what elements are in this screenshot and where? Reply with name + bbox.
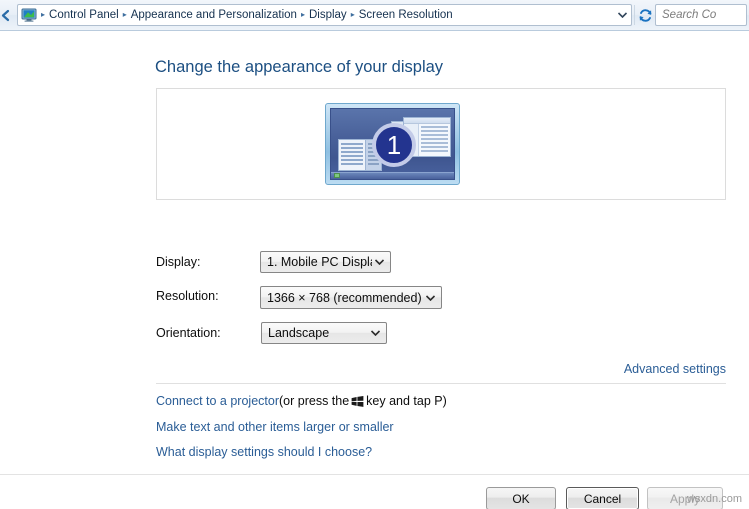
content-area: Change the appearance of your display 1 …: [0, 31, 749, 509]
orientation-dropdown[interactable]: Landscape: [261, 322, 387, 344]
watermark: wsxdn.com: [686, 493, 742, 505]
cancel-button[interactable]: Cancel: [566, 487, 639, 509]
monitor-bezel: 1: [325, 103, 460, 185]
monitor-preview[interactable]: 1: [325, 103, 460, 185]
search-placeholder: Search Co: [662, 9, 717, 21]
breadcrumb-item-screen-resolution[interactable]: Screen Resolution: [356, 6, 456, 24]
chevron-down-icon: [423, 294, 437, 301]
breadcrumb-item-display[interactable]: Display: [306, 6, 350, 24]
chevron-down-icon: [372, 259, 386, 265]
display-dropdown-value: 1. Mobile PC Display: [267, 255, 372, 269]
preview-taskbar: [331, 172, 454, 179]
chevron-down-icon: [368, 330, 382, 336]
breadcrumb: ▸ Control Panel ▸ Appearance and Persona…: [40, 5, 613, 25]
address-bar: ▸ Control Panel ▸ Appearance and Persona…: [0, 0, 749, 31]
connect-projector-label: Connect to a projector: [156, 394, 279, 408]
projector-hint-prefix: (or press the: [279, 394, 350, 408]
make-text-larger-link[interactable]: Make text and other items larger or smal…: [156, 420, 394, 434]
section-divider: [156, 383, 726, 384]
navigation-buttons[interactable]: [0, 0, 14, 31]
display-monitor-icon: [21, 7, 37, 23]
breadcrumb-bar[interactable]: ▸ Control Panel ▸ Appearance and Persona…: [17, 4, 632, 26]
windows-logo-key-icon: [351, 396, 364, 407]
what-settings-link[interactable]: What display settings should I choose?: [156, 445, 372, 459]
orientation-label: Orientation:: [156, 326, 221, 340]
back-arrow-icon[interactable]: [0, 9, 12, 22]
breadcrumb-item-appearance[interactable]: Appearance and Personalization: [128, 6, 300, 24]
display-dropdown[interactable]: 1. Mobile PC Display: [260, 251, 391, 273]
monitor-screen: 1: [330, 108, 455, 180]
breadcrumb-item-control-panel[interactable]: Control Panel: [46, 6, 122, 24]
monitor-number-badge: 1: [372, 123, 416, 167]
page-title: Change the appearance of your display: [155, 58, 444, 76]
screen-resolution-window: ▸ Control Panel ▸ Appearance and Persona…: [0, 0, 749, 509]
resolution-dropdown[interactable]: 1366 × 768 (recommended): [260, 286, 442, 309]
resolution-label: Resolution:: [156, 289, 219, 303]
ok-button[interactable]: OK: [486, 487, 556, 509]
resolution-dropdown-value: 1366 × 768 (recommended): [267, 290, 422, 305]
display-preview-panel: 1 Detect Identify: [156, 88, 726, 200]
refresh-icon[interactable]: [634, 5, 655, 25]
footer-divider: [0, 474, 749, 475]
advanced-settings-link[interactable]: Advanced settings: [624, 362, 726, 376]
projector-hint-suffix: key and tap P): [366, 394, 447, 408]
connect-projector-link[interactable]: Connect to a projector(or press the key a…: [156, 394, 447, 408]
preview-tray-icon: [334, 173, 340, 178]
orientation-dropdown-value: Landscape: [268, 326, 330, 340]
display-label: Display:: [156, 255, 201, 269]
chevron-down-icon[interactable]: [613, 5, 631, 25]
search-input[interactable]: Search Co: [655, 4, 747, 26]
